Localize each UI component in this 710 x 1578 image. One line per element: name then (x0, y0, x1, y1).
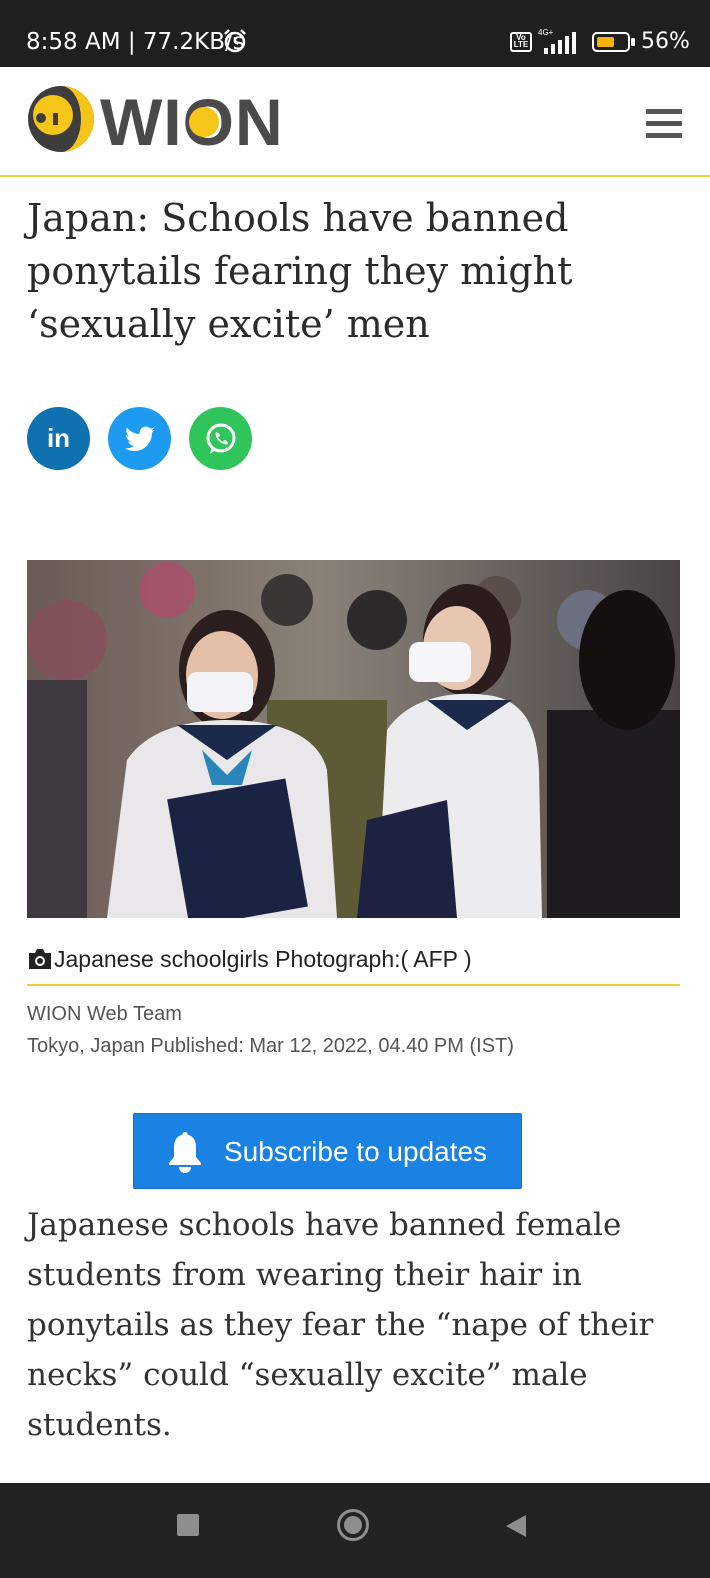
volte-icon: Vo LTE (510, 32, 532, 52)
status-time-speed: 8:58 AM | 77.2KB/s (26, 29, 245, 55)
linkedin-share-button[interactable]: in (27, 407, 90, 470)
signal-icon (544, 32, 576, 54)
image-caption: Japanese schoolgirls Photograph:( AFP ) (27, 944, 680, 986)
article-headline: Japan: Schools have banned ponytails fea… (27, 196, 573, 346)
home-icon[interactable] (337, 1509, 369, 1541)
status-bar: 8:58 AM | 77.2KB/s Vo LTE 4G+ 56% (0, 0, 710, 67)
subscribe-button[interactable]: Subscribe to updates (133, 1113, 522, 1189)
schoolgirls-photo (27, 560, 680, 918)
back-icon[interactable] (504, 1513, 528, 1539)
author[interactable]: WION Web Team (27, 998, 514, 1030)
byline: WION Web Team Tokyo, Japan Published: Ma… (27, 998, 514, 1062)
battery-icon (592, 32, 630, 52)
article-body: Japanese schools have banned female stud… (27, 1207, 654, 1443)
twitter-share-button[interactable] (108, 407, 171, 470)
wion-logo[interactable]: WION (27, 85, 287, 157)
twitter-icon (124, 426, 155, 451)
dateline: Tokyo, Japan Published: Mar 12, 2022, 04… (27, 1035, 514, 1057)
alarm-icon (224, 29, 246, 53)
recent-apps-icon[interactable] (177, 1514, 199, 1536)
hamburger-menu-icon[interactable] (646, 109, 682, 141)
system-nav-bar (0, 1483, 710, 1578)
bell-icon (169, 1132, 201, 1173)
linkedin-icon: in (46, 423, 71, 453)
article-hero-image (27, 560, 680, 918)
battery-percent: 56% (641, 29, 690, 54)
battery-tip (631, 38, 635, 46)
caption-text: Japanese schoolgirls Photograph:( AFP ) (54, 946, 472, 972)
whatsapp-share-button[interactable] (189, 407, 252, 470)
site-header: WION (0, 67, 710, 177)
logo-dot (189, 107, 219, 137)
whatsapp-icon (206, 423, 235, 454)
camera-icon (29, 949, 51, 969)
wion-emblem-icon (28, 86, 94, 152)
battery-fill (597, 37, 614, 47)
status-icons: Vo LTE 4G+ 56% (500, 26, 710, 58)
subscribe-label: Subscribe to updates (224, 1136, 488, 1167)
